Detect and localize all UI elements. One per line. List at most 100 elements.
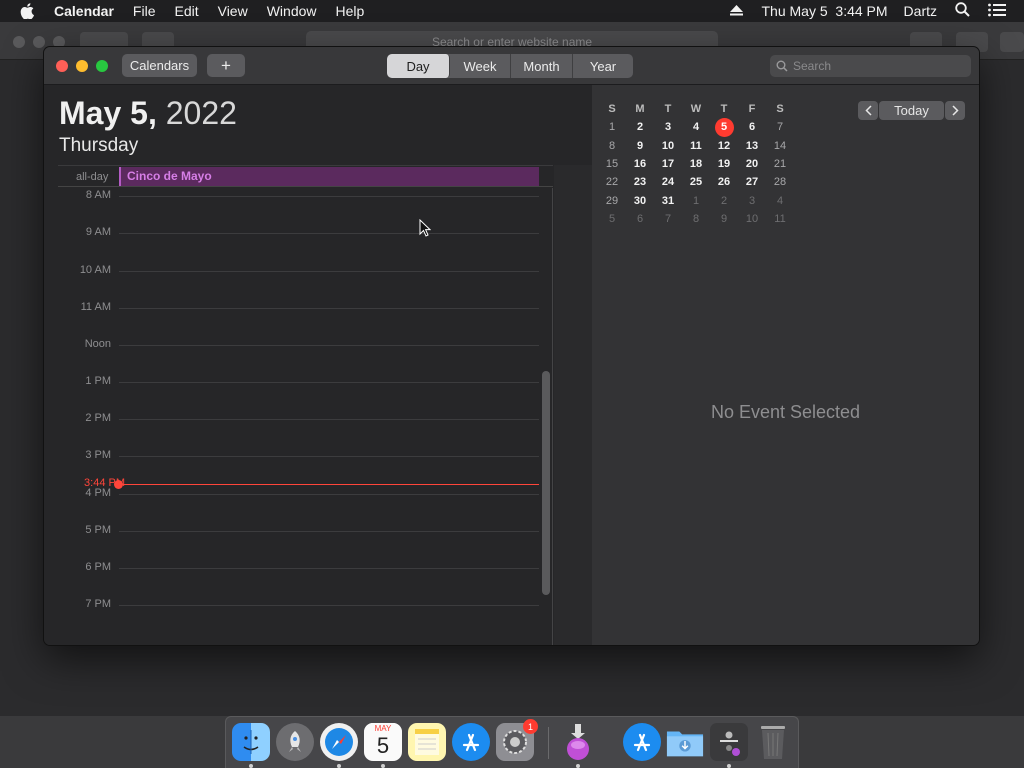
zoom-button[interactable] xyxy=(96,60,108,72)
menu-file[interactable]: File xyxy=(133,3,156,19)
day-cell[interactable]: 28 xyxy=(766,176,794,188)
hour-grid[interactable]: 8 AM 9 AM 10 AM 11 AM Noon 1 PM 2 PM 3 P… xyxy=(58,188,553,645)
day-cell[interactable]: 23 xyxy=(626,176,654,188)
dock-utilities-icon[interactable] xyxy=(710,723,748,761)
tab-year[interactable]: Year xyxy=(573,54,633,78)
day-cell[interactable]: 7 xyxy=(766,121,794,133)
day-cell[interactable]: 24 xyxy=(654,176,682,188)
day-cell[interactable]: 21 xyxy=(766,158,794,170)
minimize-button[interactable] xyxy=(76,60,88,72)
menu-window[interactable]: Window xyxy=(267,3,317,19)
hour-row: 3 PM xyxy=(58,449,539,461)
today-button[interactable]: Today xyxy=(879,101,944,120)
day-cell[interactable]: 9 xyxy=(626,140,654,152)
browser-close-button[interactable] xyxy=(13,36,25,48)
day-cell[interactable]: 12 xyxy=(710,140,738,152)
day-cell[interactable]: 20 xyxy=(738,158,766,170)
menu-app-name[interactable]: Calendar xyxy=(54,3,114,19)
calendars-button[interactable]: Calendars xyxy=(122,54,197,77)
hour-row: 2 PM xyxy=(58,412,539,424)
day-cell[interactable]: 6 xyxy=(738,121,766,133)
dock-finder-icon[interactable] xyxy=(232,723,270,761)
tab-month[interactable]: Month xyxy=(511,54,573,78)
dock-applications-folder-icon[interactable] xyxy=(623,723,661,761)
hour-label: 10 AM xyxy=(79,264,111,276)
day-cell[interactable]: 10 xyxy=(738,213,766,225)
dock-calendar-icon[interactable]: MAY 5 xyxy=(364,723,402,761)
week-row: 22 23 24 25 26 27 28 xyxy=(598,173,798,191)
add-event-button[interactable]: + xyxy=(207,54,245,77)
day-cell[interactable]: 3 xyxy=(738,195,766,207)
menu-help[interactable]: Help xyxy=(336,3,365,19)
allday-event-cinco-de-mayo[interactable]: Cinco de Mayo xyxy=(119,167,539,186)
previous-month-button[interactable] xyxy=(858,101,878,120)
hour-row: 10 AM xyxy=(58,264,539,276)
tab-week[interactable]: Week xyxy=(450,54,511,78)
next-month-button[interactable] xyxy=(945,101,965,120)
day-cell[interactable]: 26 xyxy=(710,176,738,188)
day-cell[interactable]: 10 xyxy=(654,140,682,152)
mini-calendar: S M T W T F S 1 2 3 4 5 6 7 8 9 10 11 12… xyxy=(598,100,798,228)
day-cell-today[interactable]: 5 xyxy=(710,117,738,137)
weekday-header: T xyxy=(720,103,728,116)
day-cell[interactable]: 29 xyxy=(598,195,626,207)
dock-installer-icon[interactable] xyxy=(559,723,597,761)
day-cell[interactable]: 25 xyxy=(682,176,710,188)
hour-label: 11 AM xyxy=(80,301,111,313)
menu-edit[interactable]: Edit xyxy=(174,3,198,19)
hour-label: 3 PM xyxy=(85,449,111,461)
search-field[interactable] xyxy=(770,55,971,77)
day-cell[interactable]: 2 xyxy=(710,195,738,207)
day-cell[interactable]: 11 xyxy=(766,213,794,225)
day-cell[interactable]: 5 xyxy=(598,213,626,225)
day-cell[interactable]: 2 xyxy=(626,121,654,133)
menu-user[interactable]: Dartz xyxy=(904,3,937,19)
dock-launchpad-icon[interactable] xyxy=(276,723,314,761)
dock-notes-icon[interactable] xyxy=(408,723,446,761)
weekday-label: Thursday xyxy=(59,135,139,156)
day-cell[interactable]: 6 xyxy=(626,213,654,225)
day-cell[interactable]: 3 xyxy=(654,121,682,133)
tab-day[interactable]: Day xyxy=(387,54,450,78)
menu-view[interactable]: View xyxy=(218,3,248,19)
dock-running-indicator xyxy=(727,764,731,768)
day-cell[interactable]: 14 xyxy=(766,140,794,152)
day-cell[interactable]: 4 xyxy=(766,195,794,207)
hour-row: 7 PM xyxy=(58,598,539,610)
apple-menu-icon[interactable] xyxy=(20,3,38,19)
day-cell[interactable]: 17 xyxy=(654,158,682,170)
day-cell[interactable]: 22 xyxy=(598,176,626,188)
eject-icon[interactable] xyxy=(730,3,744,19)
day-cell[interactable]: 1 xyxy=(682,195,710,207)
day-cell[interactable]: 31 xyxy=(654,195,682,207)
day-cell[interactable]: 16 xyxy=(626,158,654,170)
browser-new-tab-button[interactable] xyxy=(1000,32,1024,52)
day-cell[interactable]: 18 xyxy=(682,158,710,170)
dock-trash-icon[interactable] xyxy=(754,723,792,761)
dock-app-store-icon[interactable] xyxy=(452,723,490,761)
day-cell[interactable]: 8 xyxy=(682,213,710,225)
menu-clock[interactable]: Thu May 5 3:44 PM xyxy=(761,3,887,19)
dock-safari-icon[interactable] xyxy=(320,723,358,761)
dock-downloads-folder-icon[interactable] xyxy=(666,723,704,761)
day-cell[interactable]: 19 xyxy=(710,158,738,170)
notification-center-icon[interactable] xyxy=(988,3,1006,20)
day-cell[interactable]: 27 xyxy=(738,176,766,188)
day-cell[interactable]: 8 xyxy=(598,140,626,152)
week-row: 8 9 10 11 12 13 14 xyxy=(598,137,798,155)
day-cell[interactable]: 13 xyxy=(738,140,766,152)
day-cell[interactable]: 9 xyxy=(710,213,738,225)
day-cell[interactable]: 15 xyxy=(598,158,626,170)
close-button[interactable] xyxy=(56,60,68,72)
scrollbar-track[interactable] xyxy=(554,165,592,645)
day-cell[interactable]: 11 xyxy=(682,140,710,152)
day-cell[interactable]: 1 xyxy=(598,121,626,133)
dock-system-preferences-icon[interactable]: 1 xyxy=(496,719,538,761)
day-cell[interactable]: 7 xyxy=(654,213,682,225)
scrollbar-thumb[interactable] xyxy=(542,371,550,595)
hour-row: Noon xyxy=(58,338,539,350)
spotlight-icon[interactable] xyxy=(955,2,970,20)
day-cell[interactable]: 30 xyxy=(626,195,654,207)
search-input[interactable] xyxy=(793,59,943,73)
day-cell[interactable]: 4 xyxy=(682,121,710,133)
